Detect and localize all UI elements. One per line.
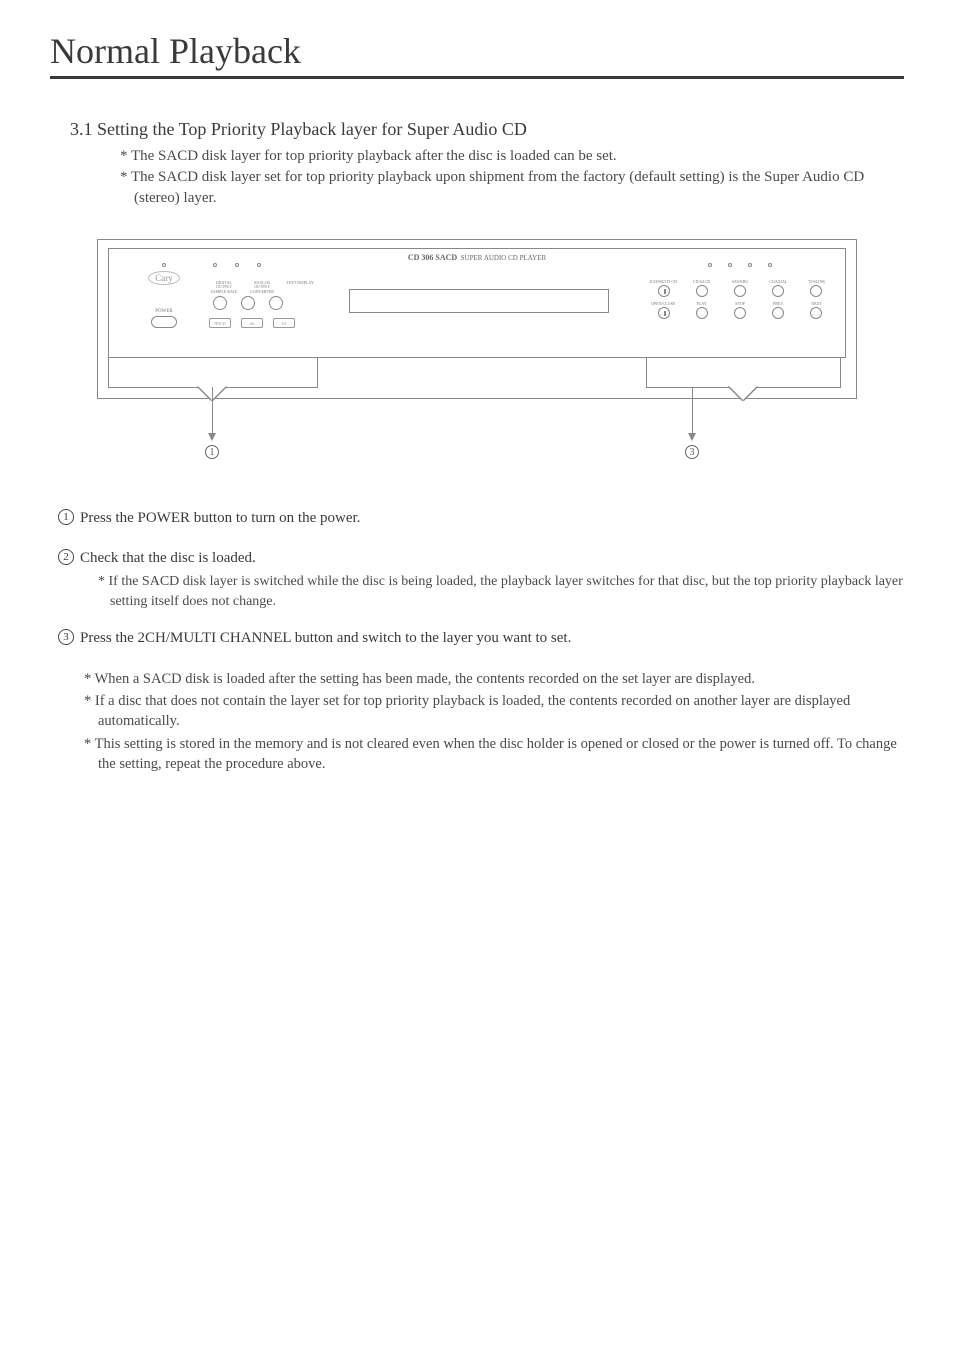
step-list: 1 Press the POWER button to turn on the … bbox=[58, 509, 904, 774]
screw-icon bbox=[235, 263, 239, 267]
callout-bracket-3 bbox=[646, 358, 841, 388]
dts-logo: dts bbox=[241, 318, 263, 328]
screw-icon bbox=[748, 263, 752, 267]
analog-output-button-graphic bbox=[241, 296, 255, 310]
screw-icon bbox=[162, 263, 166, 267]
power-button-graphic bbox=[151, 316, 177, 328]
page-title: Normal Playback bbox=[50, 30, 904, 79]
step-2-text: Check that the disc is loaded. bbox=[80, 549, 256, 569]
label-play: PLAY bbox=[686, 301, 718, 306]
bottom-note-1: * When a SACD disk is loaded after the s… bbox=[84, 669, 904, 689]
next-button-graphic bbox=[810, 307, 822, 319]
diagram-label-1: 1 bbox=[205, 445, 219, 459]
aesebu-button-graphic bbox=[734, 285, 746, 297]
arrow-1-head bbox=[208, 433, 216, 441]
text-display-button-graphic bbox=[269, 296, 283, 310]
bottom-note-2: * If a disc that does not contain the la… bbox=[84, 691, 904, 732]
power-label: POWER bbox=[155, 309, 173, 314]
label-openclose: OPEN/CLOSE bbox=[647, 301, 679, 306]
arrow-1-stem bbox=[212, 387, 213, 435]
screw-icon bbox=[213, 263, 217, 267]
bottom-note-3: * This setting is stored in the memory a… bbox=[84, 734, 904, 775]
cdsacd-button-graphic bbox=[696, 285, 708, 297]
step-1-text: Press the POWER button to turn on the po… bbox=[80, 509, 360, 529]
callout-triangle-3 bbox=[729, 386, 757, 400]
screw-icon bbox=[708, 263, 712, 267]
display-window-graphic bbox=[349, 289, 609, 313]
label-2ch: 2CH/MULTI CH bbox=[647, 279, 679, 284]
step-2-block: 2 Check that the disc is loaded. * If th… bbox=[58, 549, 904, 612]
callout-bracket-1 bbox=[108, 358, 318, 388]
2ch-button-graphic bbox=[658, 285, 670, 297]
step-2-note: * If the SACD disk layer is switched whi… bbox=[98, 572, 904, 611]
coaxial-button-graphic bbox=[772, 285, 784, 297]
section-number: 3.1 bbox=[70, 119, 93, 139]
bottom-notes: * When a SACD disk is loaded after the s… bbox=[84, 669, 904, 774]
step-2: 2 Check that the disc is loaded. bbox=[58, 549, 904, 569]
device-model-title: CD 306 SACD SUPER AUDIO CD PLAYER bbox=[408, 253, 546, 262]
intro-note-2: * The SACD disk layer set for top priori… bbox=[120, 167, 904, 209]
digital-output-button-graphic bbox=[213, 296, 227, 310]
label-coaxial: COAXIAL bbox=[762, 279, 794, 284]
play-button-graphic bbox=[696, 307, 708, 319]
label-stop: STOP bbox=[724, 301, 756, 306]
screw-icon bbox=[768, 263, 772, 267]
intro-notes: * The SACD disk layer for top priority p… bbox=[120, 146, 904, 209]
screw-icon bbox=[728, 263, 732, 267]
section-heading: 3.1 Setting the Top Priority Playback la… bbox=[70, 119, 904, 140]
label-aesebu: AES/EBU bbox=[724, 279, 756, 284]
btn-label-text: TEXT DISPLAY bbox=[285, 281, 315, 294]
step-1: 1 Press the POWER button to turn on the … bbox=[58, 509, 904, 529]
openclose-button-graphic bbox=[658, 307, 670, 319]
toslink-button-graphic bbox=[810, 285, 822, 297]
step-number-1: 1 bbox=[58, 509, 74, 525]
arrow-3-stem bbox=[692, 387, 693, 435]
section-title: Setting the Top Priority Playback layer … bbox=[97, 119, 527, 139]
label-cdsacd: CD/SACD bbox=[686, 279, 718, 284]
diagram-label-3: 3 bbox=[685, 445, 699, 459]
step-3-text: Press the 2CH/MULTI CHANNEL button and s… bbox=[80, 629, 571, 649]
hdcd-logo: HDCD bbox=[209, 318, 231, 328]
sacd-logo: SA bbox=[273, 318, 295, 328]
btn-label-digital: DIGITAL OUTPUT SAMPLE RATE bbox=[209, 281, 239, 294]
step-3: 3 Press the 2CH/MULTI CHANNEL button and… bbox=[58, 629, 904, 649]
btn-label-analog: ANALOG OUTPUT CONVERTER bbox=[247, 281, 277, 294]
screw-icon bbox=[257, 263, 261, 267]
intro-note-1: * The SACD disk layer for top priority p… bbox=[120, 146, 904, 167]
prev-button-graphic bbox=[772, 307, 784, 319]
step-number-2: 2 bbox=[58, 549, 74, 565]
device-diagram: CD 306 SACD SUPER AUDIO CD PLAYER Cary P… bbox=[97, 239, 857, 469]
stop-button-graphic bbox=[734, 307, 746, 319]
arrow-3-head bbox=[688, 433, 696, 441]
brand-logo: Cary bbox=[148, 271, 180, 285]
label-toslink: TOSLINK bbox=[801, 279, 833, 284]
step-number-3: 3 bbox=[58, 629, 74, 645]
label-prev: PREV. bbox=[762, 301, 794, 306]
label-next: NEXT bbox=[801, 301, 833, 306]
